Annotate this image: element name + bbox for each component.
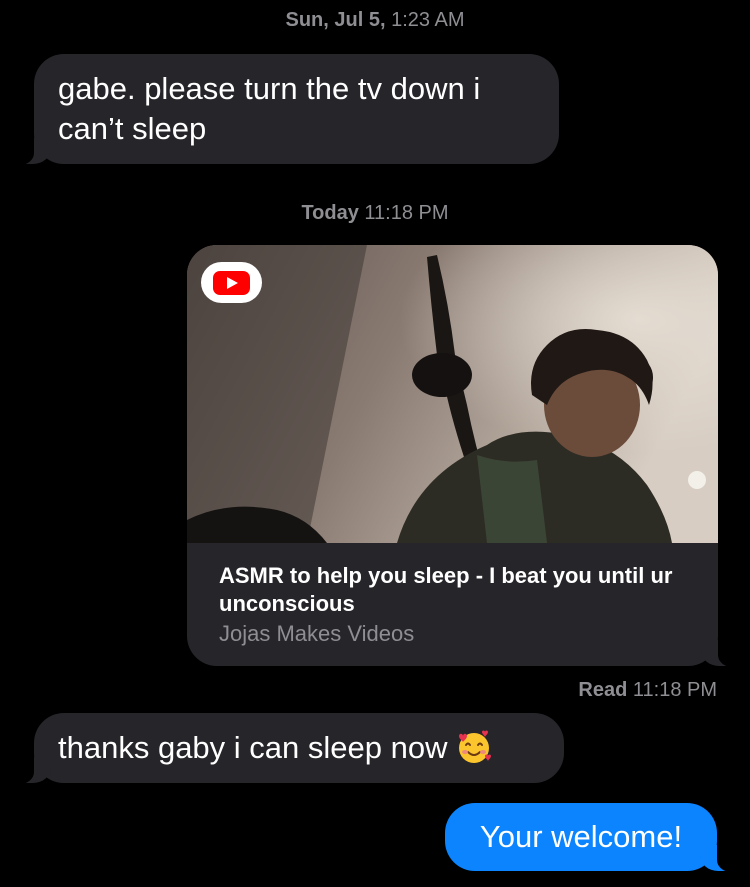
link-preview-card[interactable]: ASMR to help you sleep - I beat you unti… [187, 245, 740, 667]
timestamp-time: 11:18 PM [364, 202, 449, 224]
timestamp-header: Sun, Jul 5, 1:23 AM [0, 9, 750, 32]
youtube-icon [201, 262, 262, 303]
timestamp-day: Today [301, 202, 359, 224]
video-thumbnail-image [187, 245, 718, 543]
incoming-message-bubble[interactable]: thanks gaby i can sleep now [12, 713, 564, 784]
timestamp-time: 1:23 AM [391, 9, 465, 31]
message-text: thanks gaby i can sleep now [58, 730, 448, 765]
timestamp-day: Sun, Jul 5, [285, 9, 386, 31]
channel-name: Jojas Makes Videos [219, 621, 415, 646]
read-receipt: Read 11:18 PM [578, 679, 717, 702]
incoming-message-bubble[interactable]: gabe. please turn the tv down i can’t sl… [12, 54, 559, 165]
video-thumbnail[interactable] [187, 245, 718, 543]
message-text: gabe. please turn the tv down i can’t sl… [58, 71, 481, 146]
timestamp-header: Today 11:18 PM [0, 202, 750, 225]
message-text: Your welcome! [479, 819, 683, 854]
smiling-face-with-hearts-icon [455, 728, 493, 766]
outgoing-message-bubble[interactable]: Your welcome! [445, 803, 739, 872]
video-title: ASMR to help you sleep - I beat you unti… [219, 563, 673, 616]
read-time: 11:18 PM [632, 679, 717, 701]
read-label: Read [578, 679, 628, 701]
